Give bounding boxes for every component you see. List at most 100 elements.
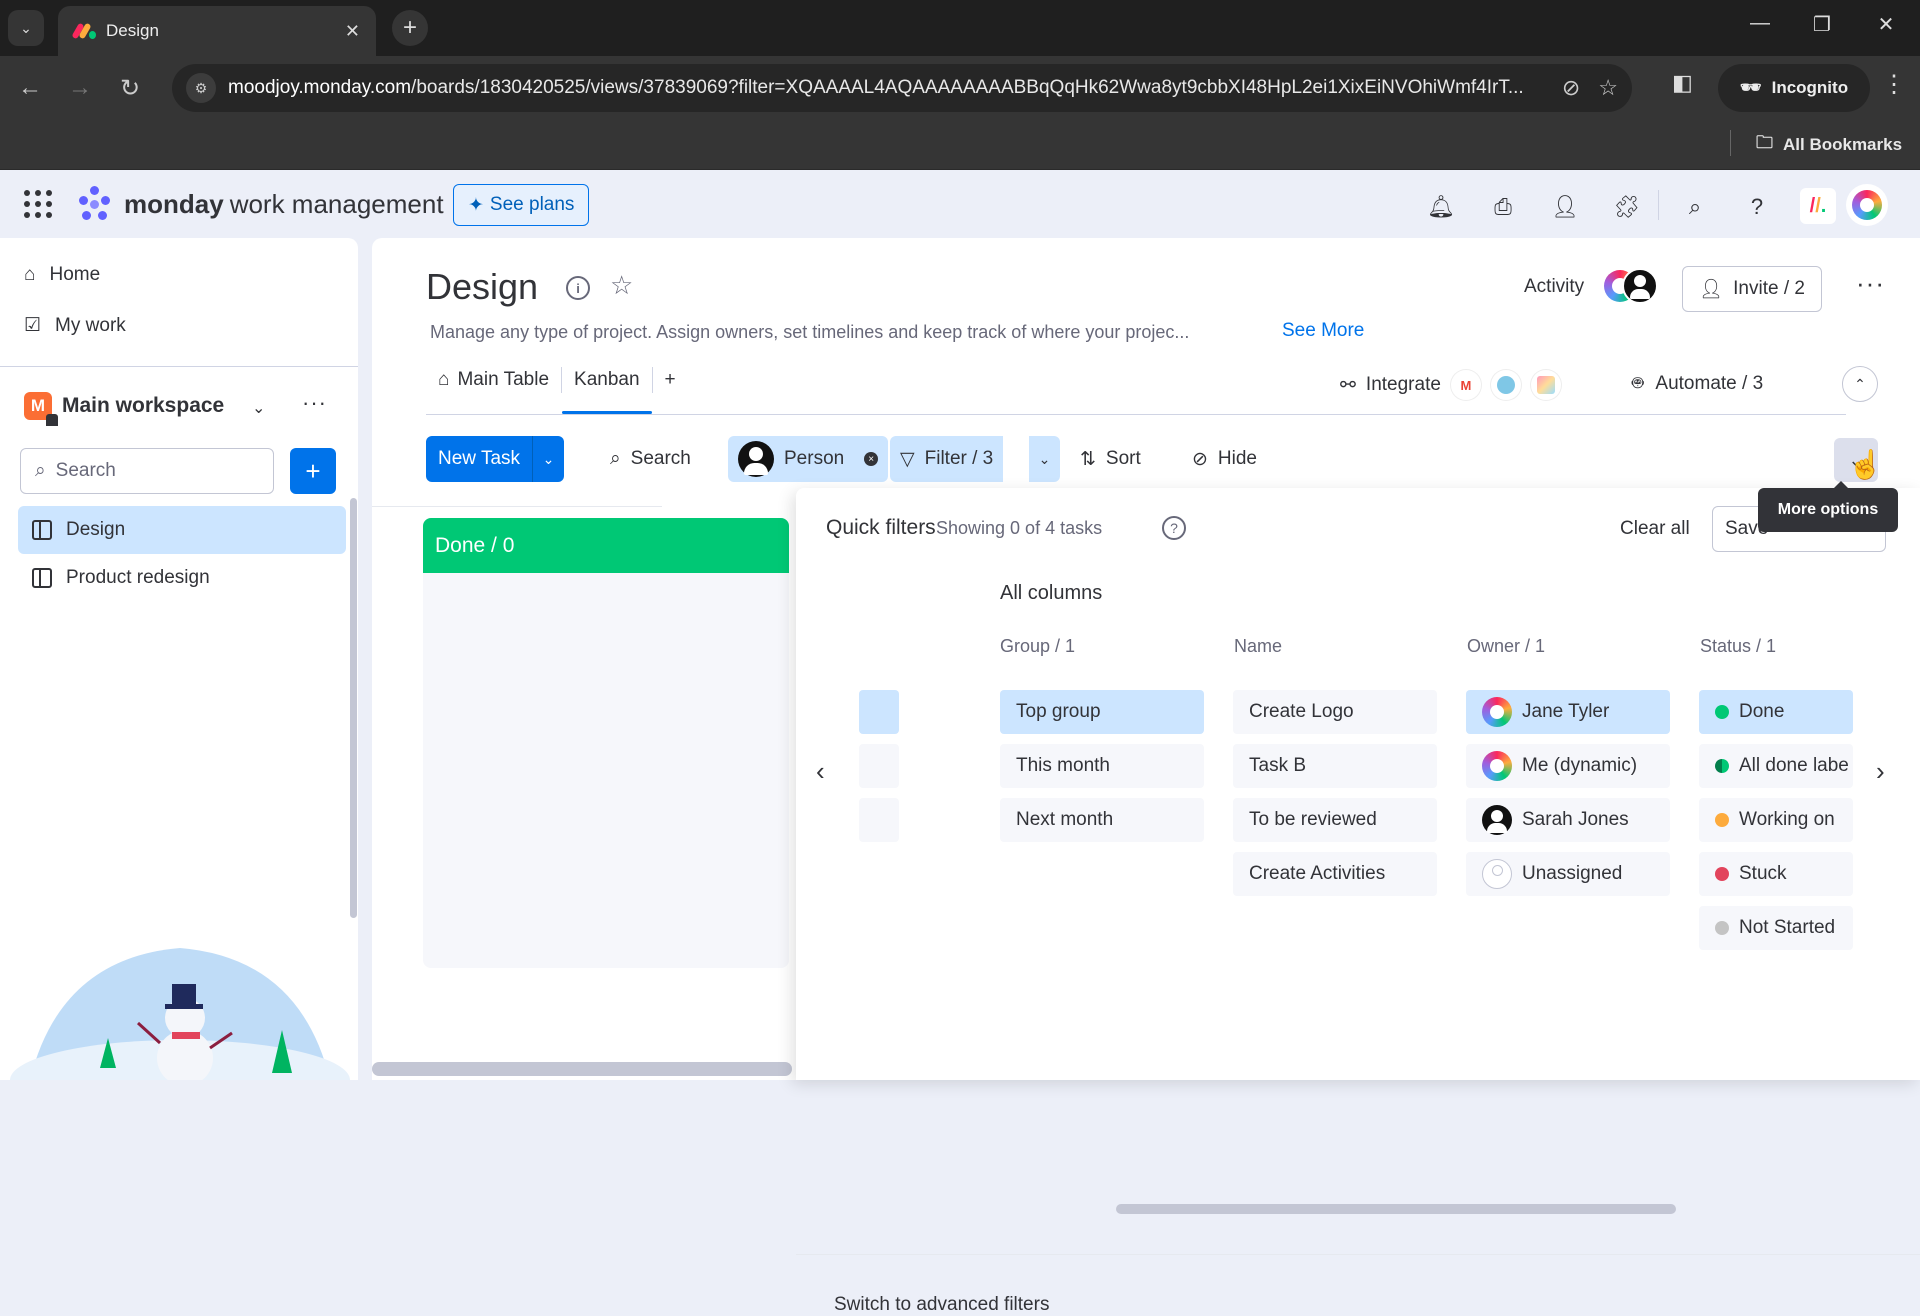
add-board-button[interactable]: + [290,448,336,494]
filter-chip-status[interactable]: Stuck [1699,852,1853,896]
board-more-icon[interactable]: ··· [1856,268,1885,299]
unassigned-avatar-icon [1482,859,1512,889]
close-window-icon[interactable]: ✕ [1866,12,1906,37]
search-icon[interactable]: ⌕ [1678,190,1712,224]
chevron-down-icon[interactable]: ⌄ [532,436,564,482]
restore-icon[interactable]: ❐ [1802,12,1842,37]
filter-chip-owner[interactable]: Unassigned [1466,852,1670,896]
favorite-star-icon[interactable]: ☆ [610,270,633,301]
notifications-bell-icon[interactable]: 🔔︎ [1424,190,1458,224]
new-tab-button[interactable]: + [392,10,428,46]
tab-main-table[interactable]: ⌂ Main Table [426,360,561,400]
sidebar-item-home[interactable]: ⌂ Home [24,264,100,286]
see-more-link[interactable]: See More [1282,320,1364,342]
eye-off-icon[interactable]: ⊘ [1562,75,1580,101]
filter-chip-owner[interactable]: Jane Tyler [1466,690,1670,734]
monday-logo[interactable]: monday work management [76,186,444,222]
add-view-button[interactable]: + [653,360,688,400]
workspace-selector[interactable]: M Main workspace [24,392,224,426]
forward-icon[interactable]: → [62,70,98,106]
filter-chip-owner[interactable]: Sarah Jones [1466,798,1670,842]
collapse-header-button[interactable]: ⌃ [1842,366,1878,402]
board-title[interactable]: Design [426,266,538,308]
filter-chip-status[interactable]: All done labe [1699,744,1853,788]
side-panel-icon[interactable]: ◧ [1672,70,1693,96]
minimize-icon[interactable]: — [1740,12,1780,35]
workspace-more-icon[interactable]: ··· [302,390,327,416]
clear-all-button[interactable]: Clear all [1620,518,1690,540]
person-filter-button[interactable]: Person × [728,436,889,482]
sort-button[interactable]: ⇅ Sort [1070,436,1151,482]
monday-favicon-icon [71,22,96,40]
partial-chip[interactable] [859,798,899,842]
help-icon[interactable]: ? [1740,190,1774,224]
help-icon[interactable]: ? [1162,516,1186,540]
incognito-badge[interactable]: 🕶 Incognito [1718,64,1871,112]
filter-chip-status[interactable]: Done [1699,690,1853,734]
filter-chip-group[interactable]: Top group [1000,690,1204,734]
filter-button[interactable]: ▽ Filter / 3 [890,436,1004,482]
activity-link[interactable]: Activity [1524,276,1584,298]
filter-chip-owner[interactable]: Me (dynamic) [1466,744,1670,788]
monday-logo-icon [76,186,112,222]
site-settings-icon[interactable]: ⚙ [186,73,216,103]
filter-chip-name[interactable]: Create Activities [1233,852,1437,896]
kanban-column-header[interactable]: Done / 0 [423,518,789,573]
sidebar-search-input[interactable]: ⌕ Search [20,448,274,494]
inbox-icon[interactable]: ⎙ [1486,190,1520,224]
filter-chip-name[interactable]: Create Logo [1233,690,1437,734]
home-icon: ⌂ [438,369,450,390]
clear-person-icon[interactable]: × [864,452,879,466]
filter-chip-name[interactable]: Task B [1233,744,1437,788]
quick-filters-panel: Quick filters Showing 0 of 4 tasks ? Cle… [796,481,1920,1315]
see-plans-button[interactable]: ✦ See plans [453,184,590,226]
browser-tab[interactable]: Design ✕ [58,6,376,56]
person-avatar-icon [738,441,774,477]
divider [0,366,358,367]
filter-chip-status[interactable]: Working on [1699,798,1853,842]
partial-chip[interactable] [859,744,899,788]
partial-chip[interactable] [859,690,899,734]
sidebar-item-my-work[interactable]: ☑ My work [24,314,126,337]
back-icon[interactable]: ← [12,70,48,106]
tab-list-button[interactable]: ⌄ [8,10,44,46]
new-task-button[interactable]: New Task ⌄ [426,436,565,482]
quick-filters-title: Quick filters [826,516,936,539]
browser-menu-icon[interactable]: ⋮ [1882,70,1906,99]
all-bookmarks-button[interactable]: 🗀 All Bookmarks [1756,130,1902,159]
automate-button[interactable]: 🤖︎ Automate / 3 [1632,370,1763,397]
hand-cursor-icon: ☝ [1848,449,1883,480]
filter-dropdown-icon[interactable]: ⌄ [1028,436,1060,482]
tab-kanban[interactable]: Kanban [562,360,652,414]
hide-button[interactable]: ⊘ Hide [1182,436,1267,482]
user-avatar[interactable] [1846,184,1888,226]
apps-grid-icon[interactable] [24,190,52,218]
address-bar[interactable]: ⚙ moodjoy.monday.com/boards/1830420525/v… [172,64,1632,112]
filters-scrollbar[interactable] [1116,1204,1676,1214]
scroll-right-icon[interactable]: › [1876,756,1885,787]
filter-chip-group[interactable]: This month [1000,744,1204,788]
horizontal-scrollbar[interactable] [372,1062,792,1076]
switch-to-advanced-filters-link[interactable]: Switch to advanced filters [834,1294,1049,1316]
search-button[interactable]: ⌕ Search [600,436,701,482]
integrate-button[interactable]: ⚯ Integrate M [1340,370,1561,400]
bookmark-star-icon[interactable]: ☆ [1598,75,1618,101]
url-text[interactable]: moodjoy.monday.com/boards/1830420525/vie… [228,77,1544,99]
chevron-down-icon[interactable]: ⌄ [252,398,265,418]
sidebar-scrollbar[interactable] [350,498,357,918]
info-icon[interactable]: i [566,276,590,300]
sidebar-board-design[interactable]: Design [18,506,346,554]
reload-icon[interactable]: ↻ [112,70,148,106]
invite-button[interactable]: 👤︎ Invite / 2 [1682,266,1822,312]
monday-products-icon[interactable]: / /. [1800,188,1836,224]
close-tab-icon[interactable]: ✕ [345,21,360,42]
filter-chip-status[interactable]: Not Started [1699,906,1853,950]
invite-members-icon[interactable]: 👤︎ [1548,190,1582,224]
sidebar-board-product-redesign[interactable]: Product redesign [18,554,346,602]
filter-chip-group[interactable]: Next month [1000,798,1204,842]
avatar[interactable] [1622,268,1658,304]
add-user-icon: 👤︎ [1699,279,1724,300]
filter-chip-name[interactable]: To be reviewed [1233,798,1437,842]
scroll-left-icon[interactable]: ‹ [816,756,825,787]
apps-marketplace-icon[interactable]: 🧩︎ [1610,190,1644,224]
